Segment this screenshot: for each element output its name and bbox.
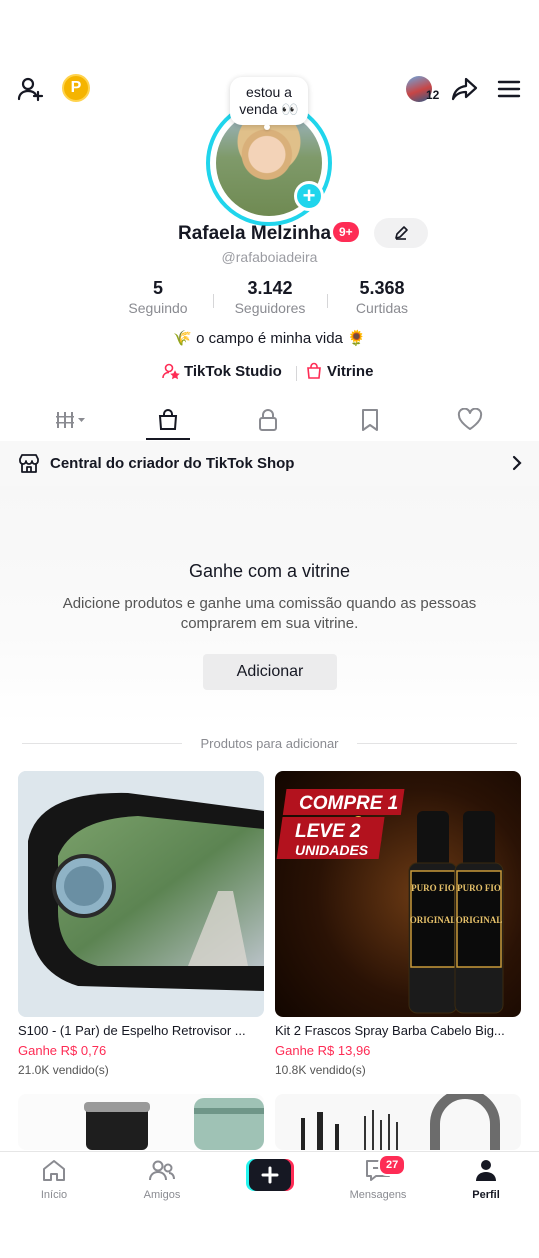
banner-line1: COMPRE 1 (299, 793, 398, 814)
nav-profile[interactable]: Perfil (446, 1158, 526, 1201)
vitrine-label: Vitrine (327, 362, 374, 380)
products-separator: Produtos para adicionar (0, 735, 539, 753)
profile-links: TikTok Studio Vitrine (0, 362, 539, 384)
heart-icon (457, 408, 483, 430)
spray-bottle-left: PURO FIO ORIGINAL (408, 811, 458, 1014)
bottom-nav: Início Amigos Mensagens 27 Perfil (0, 1151, 539, 1207)
tiktok-studio-label: TikTok Studio (184, 362, 282, 380)
spray-bottle-right: PURO FIO ORIGINAL (454, 811, 504, 1014)
divider (296, 366, 297, 381)
vitrine-promo: Ganhe com a vitrine Adicione produtos e … (0, 486, 539, 726)
nav-label: Perfil (472, 1189, 500, 1201)
promo-description: Adicione produtos e ganhe uma comissão q… (62, 595, 477, 632)
store-icon (19, 454, 39, 473)
nav-label: Início (40, 1189, 68, 1201)
product-commission: Ganhe R$ 0,76 (18, 1043, 107, 1058)
tab-videos[interactable] (42, 400, 102, 440)
stat-label: Seguidores (234, 300, 306, 316)
grid-dropdown-icon (56, 412, 85, 428)
banner-line3: UNIDADES (295, 842, 369, 858)
name-row: Rafaela Melzinha 9+ (0, 218, 539, 250)
product-title: Kit 2 Frascos Spray Barba Cabelo Big... (275, 1023, 505, 1038)
add-products-button[interactable]: Adicionar (203, 654, 337, 690)
shopping-bag-icon (307, 362, 321, 379)
stat-label: Curtidas (355, 300, 409, 316)
product-title: S100 - (1 Par) de Espelho Retrovisor ... (18, 1023, 246, 1038)
studio-icon (162, 363, 180, 380)
bottle-label: ORIGINAL (456, 915, 503, 925)
stat-following[interactable]: 5 Seguindo (103, 278, 213, 316)
home-icon (43, 1160, 65, 1181)
share-icon[interactable] (448, 72, 480, 106)
shop-bar-label: Central do criador do TikTok Shop (50, 455, 295, 472)
promo-title: Ganhe com a vitrine (188, 561, 351, 581)
menu-icon[interactable] (494, 74, 524, 104)
shopping-bag-icon (158, 409, 178, 430)
edit-profile-button[interactable] (374, 218, 428, 248)
coin-icon[interactable]: P (62, 74, 90, 102)
active-tab-indicator (146, 438, 190, 440)
tiktok-shop-creator-center[interactable]: Central do criador do TikTok Shop (0, 441, 539, 486)
username: @rafaboiadeira (221, 249, 318, 265)
stat-followers[interactable]: 3.142 Seguidores (215, 278, 325, 316)
lock-icon (259, 409, 277, 431)
plus-icon (246, 1159, 294, 1191)
stat-value: 5 (152, 278, 163, 298)
product-card[interactable]: COMPRE 1 & LEVE 2 UNIDADES PURO FIO ORIG… (275, 771, 521, 1077)
notification-badge: 9+ (333, 222, 359, 242)
product-image (18, 771, 264, 1017)
add-story-icon[interactable]: + (294, 181, 324, 211)
note-bubble[interactable]: estou a venda 👀 (230, 77, 308, 130)
nav-label: Mensagens (349, 1189, 407, 1201)
profile-icon (476, 1160, 496, 1181)
product-card[interactable]: S100 - (1 Par) de Espelho Retrovisor ...… (18, 771, 264, 1077)
tab-liked[interactable] (440, 400, 500, 440)
add-friend-icon[interactable] (14, 72, 48, 106)
friends-icon (149, 1160, 175, 1181)
bookmark-icon (362, 409, 378, 431)
product-commission: Ganhe R$ 13,96 (275, 1043, 371, 1058)
tab-private[interactable] (238, 400, 298, 440)
banner-line2: LEVE 2 (295, 821, 361, 842)
product-sold-count: 21.0K vendido(s) (18, 1063, 109, 1077)
vitrine-link[interactable]: Vitrine (305, 362, 373, 380)
product-image (275, 1094, 521, 1150)
create-button[interactable] (246, 1159, 294, 1191)
profile-stats: 5 Seguindo 3.142 Seguidores 5.368 Curtid… (0, 278, 539, 318)
bottle-label: ORIGINAL (410, 915, 457, 925)
messages-badge: 27 (378, 1154, 407, 1176)
stat-label: Seguindo (128, 300, 188, 316)
chevron-right-icon (512, 455, 522, 471)
nav-home[interactable]: Início (14, 1158, 94, 1201)
bottle-brand: PURO FIO (411, 883, 455, 893)
profile-name: Rafaela Melzinha (178, 223, 332, 244)
product-card[interactable] (275, 1094, 521, 1150)
product-sold-count: 10.8K vendido(s) (275, 1063, 366, 1077)
nav-label: Amigos (143, 1189, 181, 1201)
stat-value: 5.368 (359, 278, 405, 298)
tab-saved[interactable] (340, 400, 400, 440)
stat-likes[interactable]: 5.368 Curtidas (327, 278, 437, 316)
pencil-icon (395, 226, 408, 240)
product-image (18, 1094, 264, 1150)
product-image: COMPRE 1 & LEVE 2 UNIDADES PURO FIO ORIG… (275, 771, 521, 1017)
profile-bio: 🌾 o campo é minha vida 🌻 (173, 330, 366, 347)
stat-value: 3.142 (247, 278, 293, 298)
profile-tabs (0, 400, 539, 442)
tiktok-studio-link[interactable]: TikTok Studio (162, 362, 282, 380)
coin-label: P (70, 79, 82, 96)
tab-shop[interactable] (138, 400, 198, 440)
divider (357, 743, 517, 744)
product-card[interactable] (18, 1094, 264, 1150)
divider (213, 294, 214, 308)
nav-friends[interactable]: Amigos (122, 1158, 202, 1201)
account-count: 12 (426, 88, 440, 102)
bottle-brand: PURO FIO (457, 883, 501, 893)
